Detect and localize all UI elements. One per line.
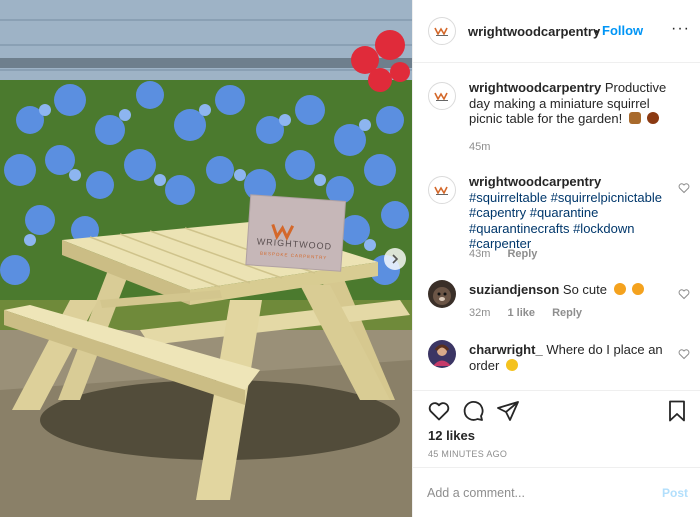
- comment-input[interactable]: [427, 482, 647, 504]
- comments-list: wrightwoodcarpentry Productive day makin…: [413, 64, 700, 390]
- like-comment-heart-icon[interactable]: [678, 348, 690, 360]
- avatar[interactable]: [428, 82, 456, 110]
- add-comment-bar: Post: [413, 467, 700, 517]
- comment-meta: 32m 1 like Reply: [469, 307, 596, 319]
- bookmark-icon[interactable]: [665, 399, 689, 423]
- comment-text-block: wrightwoodcarpentry #squirreltable #squi…: [469, 174, 675, 252]
- hashtag-link[interactable]: #squirrelpicnictable: [551, 190, 662, 205]
- person-avatar-icon: [433, 344, 451, 366]
- chevron-right-icon: [392, 254, 399, 264]
- wrightwood-logo-icon: [434, 92, 448, 101]
- squirrel-emoji-icon: [628, 112, 641, 124]
- more-options-icon[interactable]: ···: [671, 20, 690, 38]
- caption-text-block: wrightwoodcarpentry Productive day makin…: [469, 80, 675, 127]
- comment-time: 32m: [469, 307, 491, 319]
- comment-meta: 43m Reply: [469, 248, 551, 260]
- hashtag-link[interactable]: #quarantine: [530, 205, 599, 220]
- carousel-next-button[interactable]: [384, 248, 406, 270]
- comment-text-block: suziandjenson So cute: [469, 282, 675, 298]
- post-timestamp: 45 MINUTES AGO: [428, 449, 508, 459]
- avatar[interactable]: [428, 17, 456, 45]
- dog-avatar-icon: [433, 287, 451, 305]
- avatar[interactable]: [428, 280, 456, 308]
- share-icon[interactable]: [496, 399, 520, 423]
- hashtag-link[interactable]: #squirreltable: [469, 190, 547, 205]
- comment-time: 43m: [469, 248, 491, 260]
- avatar[interactable]: [428, 176, 456, 204]
- wrightwood-logo-icon: [434, 186, 448, 195]
- heart-eyes-emoji-icon: [632, 283, 645, 295]
- picnic-table-photo: WRIGHTWOOD BESPOKE CARPENTRY: [0, 0, 412, 517]
- comment-username[interactable]: wrightwoodcarpentry: [469, 174, 601, 189]
- like-comment-heart-icon[interactable]: [678, 288, 690, 300]
- header-username[interactable]: wrightwoodcarpentry: [468, 24, 600, 39]
- comment-likes[interactable]: 1 like: [507, 307, 535, 319]
- chestnut-emoji-icon: [647, 112, 660, 124]
- heart-eyes-emoji-icon: [613, 283, 626, 295]
- comment-icon[interactable]: [461, 399, 485, 423]
- post-actions: 12 likes 45 MINUTES AGO: [413, 390, 700, 466]
- smile-emoji-icon: [505, 358, 518, 371]
- post-photo[interactable]: WRIGHTWOOD BESPOKE CARPENTRY: [0, 0, 412, 517]
- reply-button[interactable]: Reply: [507, 248, 537, 260]
- caption-username[interactable]: wrightwoodcarpentry: [469, 80, 601, 95]
- reply-button[interactable]: Reply: [552, 307, 582, 319]
- hashtag-link[interactable]: #quarantinecrafts: [469, 221, 569, 236]
- separator-dot: •: [594, 24, 599, 39]
- post-detail-panel: wrightwoodcarpentry • Follow ··· wrightw…: [412, 0, 700, 517]
- caption-meta: 45m: [469, 141, 504, 153]
- comment-username[interactable]: suziandjenson: [469, 282, 559, 297]
- likes-count[interactable]: 12 likes: [428, 428, 475, 443]
- heart-icon[interactable]: [427, 399, 451, 423]
- comment-username[interactable]: charwright_: [469, 342, 543, 357]
- post-header: wrightwoodcarpentry • Follow ···: [413, 0, 700, 63]
- caption-time: 45m: [469, 141, 491, 153]
- hashtag-link[interactable]: #lockdown: [573, 221, 634, 236]
- post-comment-button[interactable]: Post: [662, 486, 688, 500]
- avatar[interactable]: [428, 340, 456, 368]
- like-comment-heart-icon[interactable]: [678, 182, 690, 194]
- comment-text-block: charwright_ Where do I place an order: [469, 342, 675, 373]
- comment-text: So cute: [562, 282, 608, 297]
- hashtag-link[interactable]: #capentry: [469, 205, 526, 220]
- follow-button[interactable]: Follow: [602, 23, 643, 38]
- wrightwood-logo-icon: [434, 27, 448, 36]
